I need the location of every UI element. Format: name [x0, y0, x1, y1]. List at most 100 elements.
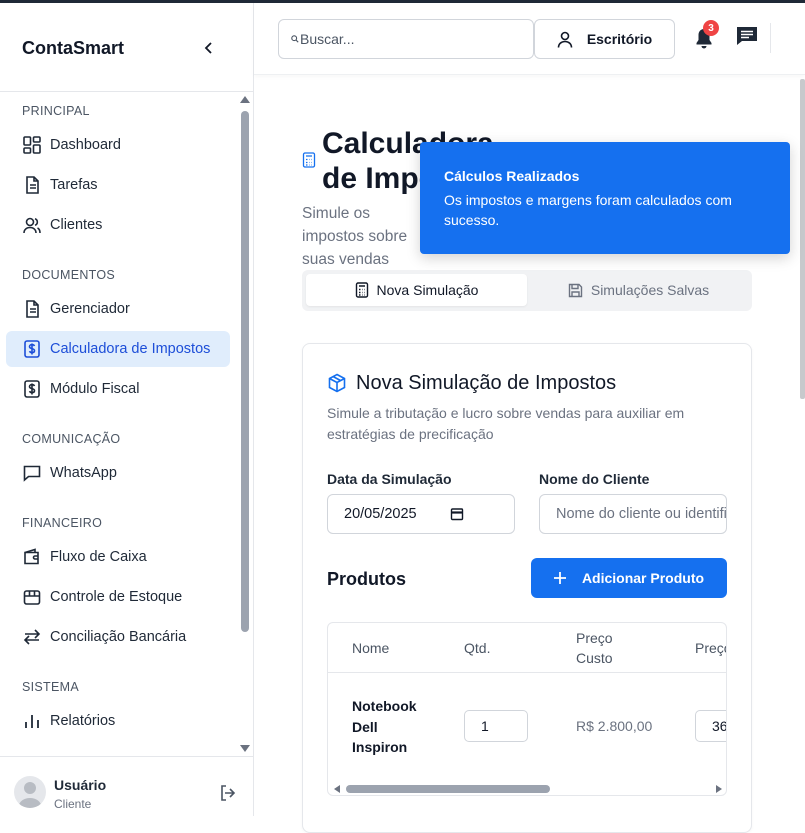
table-horizontal-scrollbar[interactable] [328, 781, 726, 795]
calculator-icon [302, 152, 316, 168]
sidebar-scrollbar[interactable] [240, 96, 250, 752]
cost-price-cell: R$ 2.800,00 [576, 718, 653, 734]
wallet-icon [24, 548, 39, 565]
user-name: Usuário [54, 777, 107, 793]
office-button-label: Escritório [586, 31, 653, 47]
toast-message: Os impostos e margens foram calculados c… [444, 192, 732, 228]
sidebar-item-label: Dashboard [50, 137, 121, 153]
sidebar-item-label: WhatsApp [50, 465, 117, 481]
user-icon [557, 31, 573, 48]
file-text-icon [26, 300, 39, 318]
date-value: 20/05/2025 [344, 506, 417, 522]
date-field[interactable]: 20/05/2025 [327, 494, 515, 534]
office-button[interactable]: Escritório [534, 19, 675, 59]
sidebar-item-calculadora-de-impostos[interactable]: Calculadora de Impostos [6, 331, 230, 367]
sidebar-item-tarefas[interactable]: Tarefas [6, 167, 230, 203]
product-name-cell: Notebook Dell Inspiron [352, 698, 417, 755]
section-sistema: SISTEMA [22, 680, 79, 694]
column-header-preco-custo: Preço Custo [576, 630, 613, 666]
sidebar-item-label: Calculadora de Impostos [50, 341, 211, 357]
page-scrollbar[interactable] [800, 79, 805, 399]
sidebar-item-label: Controle de Estoque [50, 589, 183, 605]
sidebar-item-label: Clientes [50, 217, 103, 233]
add-product-button[interactable]: Adicionar Produto [531, 558, 727, 598]
scroll-up-arrow-icon[interactable] [240, 96, 250, 103]
success-toast[interactable]: Cálculos Realizados Os impostos e margen… [420, 142, 790, 254]
client-name-field[interactable] [539, 494, 727, 534]
scrollbar-thumb[interactable] [241, 111, 249, 632]
sale-price-input[interactable] [695, 710, 726, 742]
scroll-right-arrow-icon[interactable] [716, 785, 722, 793]
column-header-nome: Nome [352, 640, 390, 656]
toast-title: Cálculos Realizados [444, 168, 580, 184]
messages-icon[interactable] [735, 25, 759, 47]
products-table: Nome Qtd. Preço Custo Preço Notebook Del… [327, 622, 727, 796]
sidebar-item-gerenciador[interactable]: Gerenciador [6, 291, 230, 327]
client-label: Nome do Cliente [539, 471, 650, 487]
sidebar-item-modulo-fiscal[interactable]: Módulo Fiscal [6, 371, 230, 407]
sidebar-item-dashboard[interactable]: Dashboard [6, 127, 230, 163]
date-label: Data da Simulação [327, 471, 452, 487]
sidebar-item-label: Gerenciador [50, 301, 130, 317]
search-box[interactable] [278, 19, 534, 59]
card-title: Nova Simulação de Impostos [356, 372, 617, 394]
scrollbar-thumb[interactable] [346, 785, 550, 793]
dashboard-icon [23, 136, 41, 154]
dollar-box-icon [24, 380, 40, 398]
section-principal: PRINCIPAL [22, 104, 90, 118]
add-product-label: Adicionar Produto [581, 570, 705, 586]
box-icon [23, 590, 41, 605]
package-icon [328, 373, 346, 393]
section-financeiro: FINANCEIRO [22, 516, 103, 530]
tab-label: Nova Simulação [376, 282, 479, 298]
calendar-icon[interactable] [450, 507, 464, 521]
column-header-qtd: Qtd. [464, 640, 491, 656]
heart-icon [22, 751, 42, 753]
collapse-sidebar-button[interactable] [200, 38, 218, 58]
tab-list: Nova Simulação Simulações Salvas [302, 270, 752, 311]
sidebar-item-fluxo-de-caixa[interactable]: Fluxo de Caixa [6, 539, 230, 575]
sidebar-item-label: Módulo Fiscal [50, 381, 140, 397]
user-avatar-icon [18, 782, 42, 808]
avatar [14, 776, 46, 808]
quantity-input[interactable] [464, 710, 528, 742]
sidebar-item-conciliacao-bancaria[interactable]: Conciliação Bancária [6, 619, 230, 655]
calculator-icon [355, 282, 368, 298]
scroll-down-arrow-icon[interactable] [240, 745, 250, 752]
card-description: Simule a tributação e lucro sobre vendas… [327, 405, 685, 442]
sidebar-item-controle-de-estoque[interactable]: Controle de Estoque [6, 579, 230, 615]
message-square-icon [23, 465, 41, 482]
sidebar-item-label: Tarefas [50, 177, 98, 193]
sidebar-item-relatorios[interactable]: Relatórios [6, 703, 230, 739]
sidebar-item-label: Relatórios [50, 713, 116, 729]
simulation-card: Nova Simulação de Impostos Simule a trib… [302, 343, 752, 833]
sidebar-item-clientes[interactable]: Clientes [6, 207, 230, 243]
sidebar: ContaSmart PRINCIPAL Dashboard Tarefas C… [0, 3, 254, 816]
sidebar-item-whatsapp[interactable]: WhatsApp [6, 455, 230, 491]
column-header-preco: Preço [695, 640, 726, 656]
chevron-left-icon [204, 42, 212, 54]
tab-label: Simulações Salvas [590, 282, 710, 298]
top-header: Escritório 3 [254, 3, 805, 75]
header-divider [770, 23, 771, 53]
sidebar-item-label: Fluxo de Caixa [50, 549, 147, 565]
users-icon [23, 217, 41, 234]
sidebar-item-partial[interactable] [6, 743, 230, 753]
products-heading: Produtos [327, 569, 406, 589]
notification-badge: 3 [703, 20, 719, 36]
bar-chart-icon [25, 715, 39, 728]
search-input[interactable] [300, 31, 520, 47]
sidebar-item-label: Conciliação Bancária [50, 629, 187, 645]
scroll-left-arrow-icon[interactable] [334, 785, 340, 793]
document-icon [26, 176, 39, 194]
plus-icon [553, 572, 566, 584]
user-profile[interactable]: Usuário Cliente [0, 756, 253, 819]
logout-icon[interactable] [218, 783, 238, 803]
arrows-swap-icon [23, 629, 41, 645]
save-icon [568, 283, 583, 297]
section-comunicacao: COMUNICAÇÃO [22, 432, 121, 446]
dollar-box-icon [24, 340, 40, 358]
tab-simulacoes-salvas[interactable]: Simulações Salvas [528, 274, 749, 306]
brand-logo: ContaSmart [22, 38, 125, 58]
tab-nova-simulacao[interactable]: Nova Simulação [306, 274, 527, 306]
